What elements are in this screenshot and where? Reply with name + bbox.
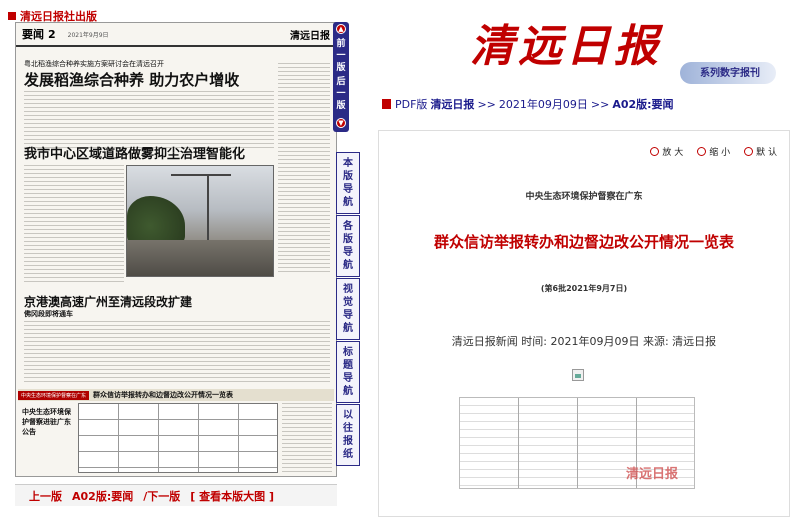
view-large-image-link[interactable]: [ 查看本版大图 ] [190,488,274,504]
paper-notice-bar[interactable]: 中央生态环境保护督察在广东 群众信访举报转办和边督边改公开情况一览表 [18,389,334,401]
next-page-link[interactable]: 后一版 [333,76,349,112]
paper-text-block [24,321,330,383]
zoom-out-button[interactable]: 缩 小 [697,145,730,158]
paper-notice-tag: 中央生态环境保护督察在广东 [18,390,90,400]
zoom-in-icon [650,147,660,156]
tab-visual-nav[interactable]: 视觉导航 [336,278,360,340]
photo-trees [127,196,186,246]
paper-notice-title: 群众信访举报转办和边督边改公开情况一览表 [93,390,234,399]
breadcrumb: PDF版 清远日报 >> 2021年09月09日 >> A02版:要闻 [382,96,674,112]
photo-road [127,240,273,276]
watermark-logo: 清远日报 [625,467,678,482]
pdf-icon [382,99,391,109]
square-icon [8,12,16,20]
article-panel: 放 大 缩 小 默 认 中央生态环境保护督察在广东 群众信访举报转办和边督边改公… [378,130,790,517]
page-root: 清远日报社出版 要闻 2 2021年9月9日 清远日报 粤北稻渔综合种养实施方案… [0,0,800,517]
current-page-label: A02版:要闻 [72,489,134,503]
paper-header: 要闻 2 2021年9月9日 清远日报 [16,23,336,47]
article-kicker: 中央生态环境保护督察在广东 [525,192,643,202]
prev-page-link[interactable]: 前一版 [333,38,349,74]
article-title: 群众信访举报转办和边督边改公开情况一览表 [433,233,734,251]
paper-photo [126,165,274,277]
breadcrumb-paper[interactable]: 清远日报 [430,96,474,112]
paper-text-block [24,165,124,285]
pdf-link[interactable]: PDF版 [395,96,427,112]
prev-page-label: 前一版 [336,39,346,73]
paper-headline-small[interactable]: 粤北稻渔综合种养实施方案研讨会在清远召开 [24,59,164,69]
broken-image-icon [572,369,584,381]
tab-all-pages-nav[interactable]: 各版导航 [336,215,360,277]
brand-subtitle: 系列数字报刊 [700,68,760,79]
zoom-in-label: 放 大 [662,148,684,158]
article-meta: 清远日报新闻 时间: 2021年09月09日 来源: 清远日报 [451,335,717,348]
paper-headline-1[interactable]: 发展稻渔综合种养 助力农户增收 [24,69,239,90]
paper-text-column [278,63,330,273]
paper-text-column [282,403,332,473]
article-table-image[interactable]: 清远日报 [459,397,695,489]
paper-headline-3-sub: 佛冈段即将通车 [24,309,73,318]
paper-page-number: 2 [48,27,56,41]
breadcrumb-date[interactable]: 2021年09月09日 [499,96,588,112]
breadcrumb-separator: >> [590,97,610,111]
next-page-button[interactable]: /下一版 [143,488,180,504]
paper-date: 2021年9月9日 [67,31,109,39]
tab-past-issues[interactable]: 以往报纸 [336,404,360,466]
default-size-button[interactable]: 默 认 [744,145,777,158]
prev-page-button[interactable]: 上一版 [29,488,62,504]
brand-logo: 清远日报 [470,21,662,72]
paper-headline-3[interactable]: 京港澳高速广州至清远段改扩建 [24,293,192,310]
bottom-page-nav: 上一版 A02版:要闻 /下一版 [ 查看本版大图 ] [15,484,337,506]
paper-text-block [24,91,274,151]
arrow-down-icon[interactable]: ▼ [336,118,346,128]
default-size-label: 默 认 [756,148,777,158]
newspaper-page-image[interactable]: 要闻 2 2021年9月9日 清远日报 粤北稻渔综合种养实施方案研讨会在清远召开… [15,22,337,477]
breadcrumb-page[interactable]: A02版:要闻 [612,96,673,112]
tab-current-page-nav[interactable]: 本版导航 [336,152,360,214]
default-size-icon [744,147,754,156]
zoom-in-button[interactable]: 放 大 [650,145,683,158]
paper-section: 要闻 [22,28,44,41]
arrow-up-icon[interactable]: ▲ [336,24,346,34]
text-size-tools: 放 大 缩 小 默 认 [650,145,777,158]
photo-lamp-arm [170,174,231,176]
tab-headline-nav[interactable]: 标题导航 [336,341,360,403]
next-page-label: 后一版 [336,77,346,111]
breadcrumb-separator: >> [477,97,496,111]
paper-headline-2[interactable]: 我市中心区域道路做雾抑尘治理智能化 [24,143,245,162]
zoom-out-label: 缩 小 [709,148,731,158]
zoom-out-icon [697,147,707,156]
paper-notice-table [78,403,278,473]
paper-masthead: 清远日报 [290,30,330,42]
paper-notice-side: 中央生态环境保护督察进驻广东公告 [22,407,71,436]
article-subtitle: (第6批2021年9月7日) [540,284,628,293]
